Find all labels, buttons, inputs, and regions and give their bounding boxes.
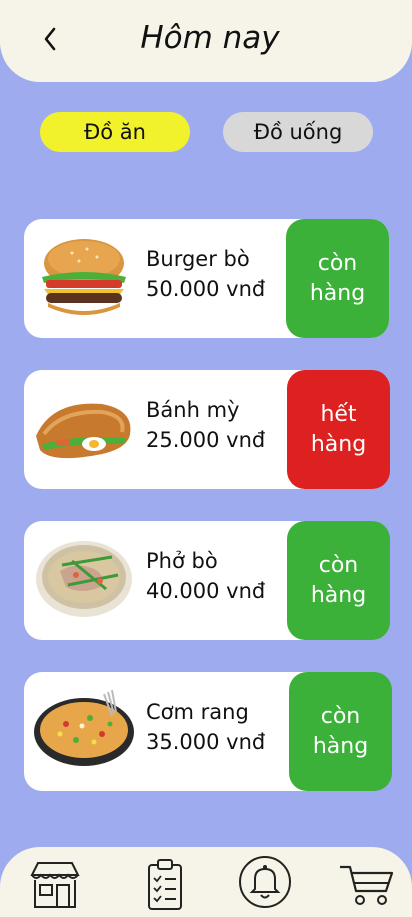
stock-status-label: còn hàng bbox=[310, 249, 365, 309]
status-line-2: hàng bbox=[310, 431, 367, 457]
store-icon[interactable] bbox=[28, 861, 82, 909]
status-line-2: hàng bbox=[310, 582, 367, 608]
stock-status-button[interactable]: còn hàng bbox=[289, 672, 392, 791]
item-price: 35.000 vnđ bbox=[146, 730, 266, 754]
page-title: Hôm nay bbox=[140, 20, 280, 56]
clipboard-icon[interactable] bbox=[146, 857, 184, 911]
stock-status-button[interactable]: hết hàng bbox=[287, 370, 390, 489]
pho-image bbox=[36, 541, 132, 617]
com-rang-image bbox=[34, 689, 134, 766]
status-line-1: còn bbox=[320, 703, 361, 729]
stock-status-label: hết hàng bbox=[311, 400, 366, 460]
item-name: Bánh mỳ bbox=[146, 398, 240, 422]
bottom-navigation bbox=[0, 847, 412, 917]
status-line-2: hàng bbox=[312, 733, 369, 759]
item-name: Burger bò bbox=[146, 247, 250, 271]
food-card-com-rang[interactable]: Cơm rang 35.000 vnđ còn hàng bbox=[24, 672, 392, 791]
stock-status-button[interactable]: còn hàng bbox=[286, 219, 389, 338]
item-name: Phở bò bbox=[146, 549, 218, 573]
tab-food[interactable]: Đồ ăn bbox=[40, 112, 190, 152]
status-line-1: còn bbox=[317, 250, 358, 276]
cart-icon[interactable] bbox=[338, 863, 394, 907]
status-line-1: hết bbox=[320, 401, 357, 427]
item-price: 40.000 vnđ bbox=[146, 579, 266, 603]
item-price: 50.000 vnđ bbox=[146, 277, 266, 301]
stock-status-label: còn hàng bbox=[311, 551, 366, 611]
banh-mi-image bbox=[36, 403, 131, 459]
stock-status-label: còn hàng bbox=[313, 702, 368, 762]
food-card-banh-mi[interactable]: Bánh mỳ 25.000 vnđ hết hàng bbox=[24, 370, 390, 489]
tab-food-label: Đồ ăn bbox=[84, 120, 146, 144]
item-name: Cơm rang bbox=[146, 700, 249, 724]
food-card-pho[interactable]: Phở bò 40.000 vnđ còn hàng bbox=[24, 521, 390, 640]
burger-image bbox=[42, 239, 126, 315]
bell-icon[interactable] bbox=[238, 855, 292, 909]
status-line-2: hàng bbox=[309, 280, 366, 306]
tab-drinks-label: Đồ uống bbox=[253, 120, 343, 144]
tab-drinks[interactable]: Đồ uống bbox=[223, 112, 373, 152]
food-card-burger[interactable]: Burger bò 50.000 vnđ còn hàng bbox=[24, 219, 389, 338]
stock-status-button[interactable]: còn hàng bbox=[287, 521, 390, 640]
header: Hôm nay bbox=[0, 0, 412, 82]
status-line-1: còn bbox=[318, 552, 359, 578]
item-price: 25.000 vnđ bbox=[146, 428, 266, 452]
